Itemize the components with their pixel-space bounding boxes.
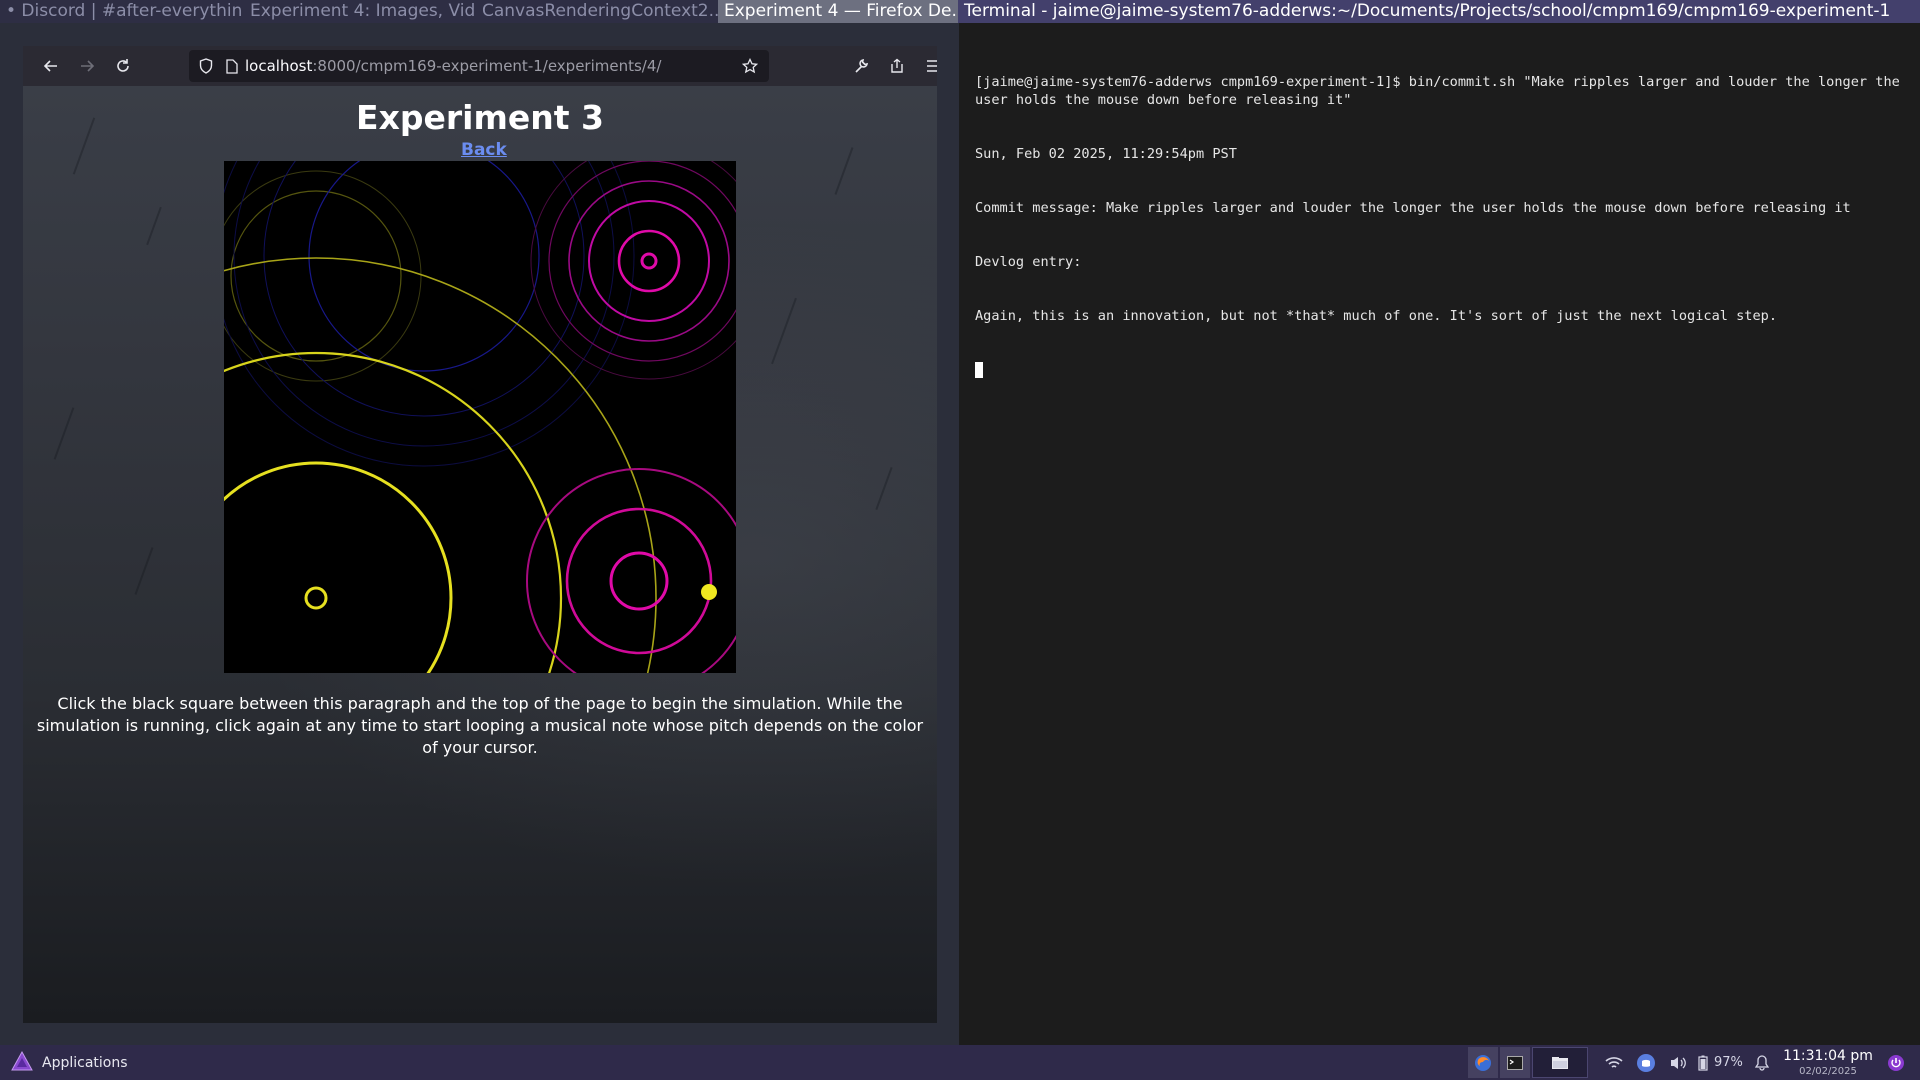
ripple (640, 252, 658, 270)
clock-date: 02/02/2025 (1799, 1066, 1857, 1077)
ripple (609, 551, 669, 611)
ripple (617, 229, 681, 293)
ripple (526, 468, 736, 673)
rain-streak (771, 297, 797, 365)
url-bar[interactable]: localhost:8000/cmpm169-experiment-1/expe… (189, 50, 769, 82)
terminal-window[interactable]: [jaime@jaime-system76-adderws cmpm169-ex… (959, 23, 1920, 1045)
rain-streak (53, 407, 75, 460)
system-tray: 97% (1598, 1045, 1773, 1080)
rain-streak (875, 467, 893, 510)
reload-icon[interactable] (105, 50, 141, 82)
wrench-icon[interactable] (843, 50, 879, 82)
discord-tray-icon[interactable] (1630, 1053, 1662, 1073)
page-icon (219, 58, 245, 74)
terminal-line-devlog-label: Devlog entry: (975, 254, 1082, 270)
rain-streak (146, 206, 162, 246)
power-icon[interactable] (1886, 1053, 1906, 1073)
share-icon[interactable] (879, 50, 915, 82)
rain-streak (134, 547, 154, 595)
simulation-canvas[interactable] (224, 161, 736, 673)
app-launcher-icon (10, 1050, 34, 1076)
window-title-canvas-docs[interactable]: CanvasRenderingContext2... (476, 0, 718, 23)
back-arrow-icon[interactable] (33, 50, 69, 82)
ripple (568, 180, 730, 342)
page-viewport: Experiment 3 Back Click the black square… (23, 86, 937, 1023)
ripple (233, 161, 615, 447)
bottom-panel: Applications 97% 11:31:04 pm 02/02/2025 (0, 1045, 1920, 1080)
instructions-paragraph: Click the black square between this para… (36, 694, 924, 757)
terminal-line-devlog-entry: Again, this is an innovation, but not *t… (975, 308, 1778, 324)
page-title: Experiment 3 (356, 98, 604, 137)
terminal-line-date: Sun, Feb 02 2025, 11:29:54pm PST (975, 146, 1237, 162)
cursor-dot (701, 584, 717, 600)
ripple (224, 161, 635, 467)
ripple (224, 461, 453, 673)
ripple (588, 200, 710, 322)
window-title-experiment-docs[interactable]: Experiment 4: Images, Vid... (244, 0, 476, 23)
volume-icon[interactable] (1662, 1055, 1694, 1071)
hamburger-menu-icon[interactable] (915, 50, 937, 82)
back-link[interactable]: Back (461, 140, 507, 160)
ripple (224, 351, 563, 673)
notification-bell-icon[interactable] (1751, 1054, 1773, 1071)
applications-menu-button[interactable]: Applications (0, 1045, 128, 1080)
battery-percentage: 97% (1714, 1055, 1743, 1070)
ripple (308, 161, 540, 372)
terminal-line-commit-message: Commit message: Make ripples larger and … (975, 200, 1851, 216)
window-title-discord[interactable]: • Discord | #after-everythin... (0, 0, 244, 23)
window-title-firefox[interactable]: Experiment 4 — Firefox De... (718, 0, 958, 23)
url-text[interactable]: localhost:8000/cmpm169-experiment-1/expe… (245, 57, 737, 75)
forward-arrow-icon[interactable] (69, 50, 105, 82)
window-title-strip: • Discord | #after-everythin... Experime… (0, 0, 1920, 23)
clock[interactable]: 11:31:04 pm 02/02/2025 (1780, 1048, 1876, 1078)
battery-icon[interactable] (1694, 1055, 1712, 1071)
star-icon[interactable] (737, 58, 763, 74)
firefox-task-icon[interactable] (1468, 1047, 1498, 1078)
wifi-icon[interactable] (1598, 1056, 1630, 1070)
ripple (565, 507, 713, 655)
shield-icon[interactable] (193, 58, 219, 74)
clock-time: 11:31:04 pm (1783, 1048, 1873, 1064)
file-manager-task-icon[interactable] (1532, 1047, 1588, 1078)
rain-streak (834, 147, 854, 195)
terminal-output: [jaime@jaime-system76-adderws cmpm169-ex… (975, 37, 1905, 415)
window-title-terminal[interactable]: Terminal - jaime@jaime-system76-adderws:… (958, 0, 1920, 23)
terminal-task-icon[interactable] (1500, 1047, 1530, 1078)
applications-label: Applications (42, 1054, 128, 1071)
ripple (304, 586, 328, 610)
terminal-cursor (975, 362, 983, 378)
taskbar (1468, 1047, 1590, 1078)
firefox-window: localhost:8000/cmpm169-experiment-1/expe… (23, 46, 937, 1023)
browser-toolbar: localhost:8000/cmpm169-experiment-1/expe… (23, 46, 937, 86)
terminal-line-command: [jaime@jaime-system76-adderws cmpm169-ex… (975, 74, 1908, 108)
